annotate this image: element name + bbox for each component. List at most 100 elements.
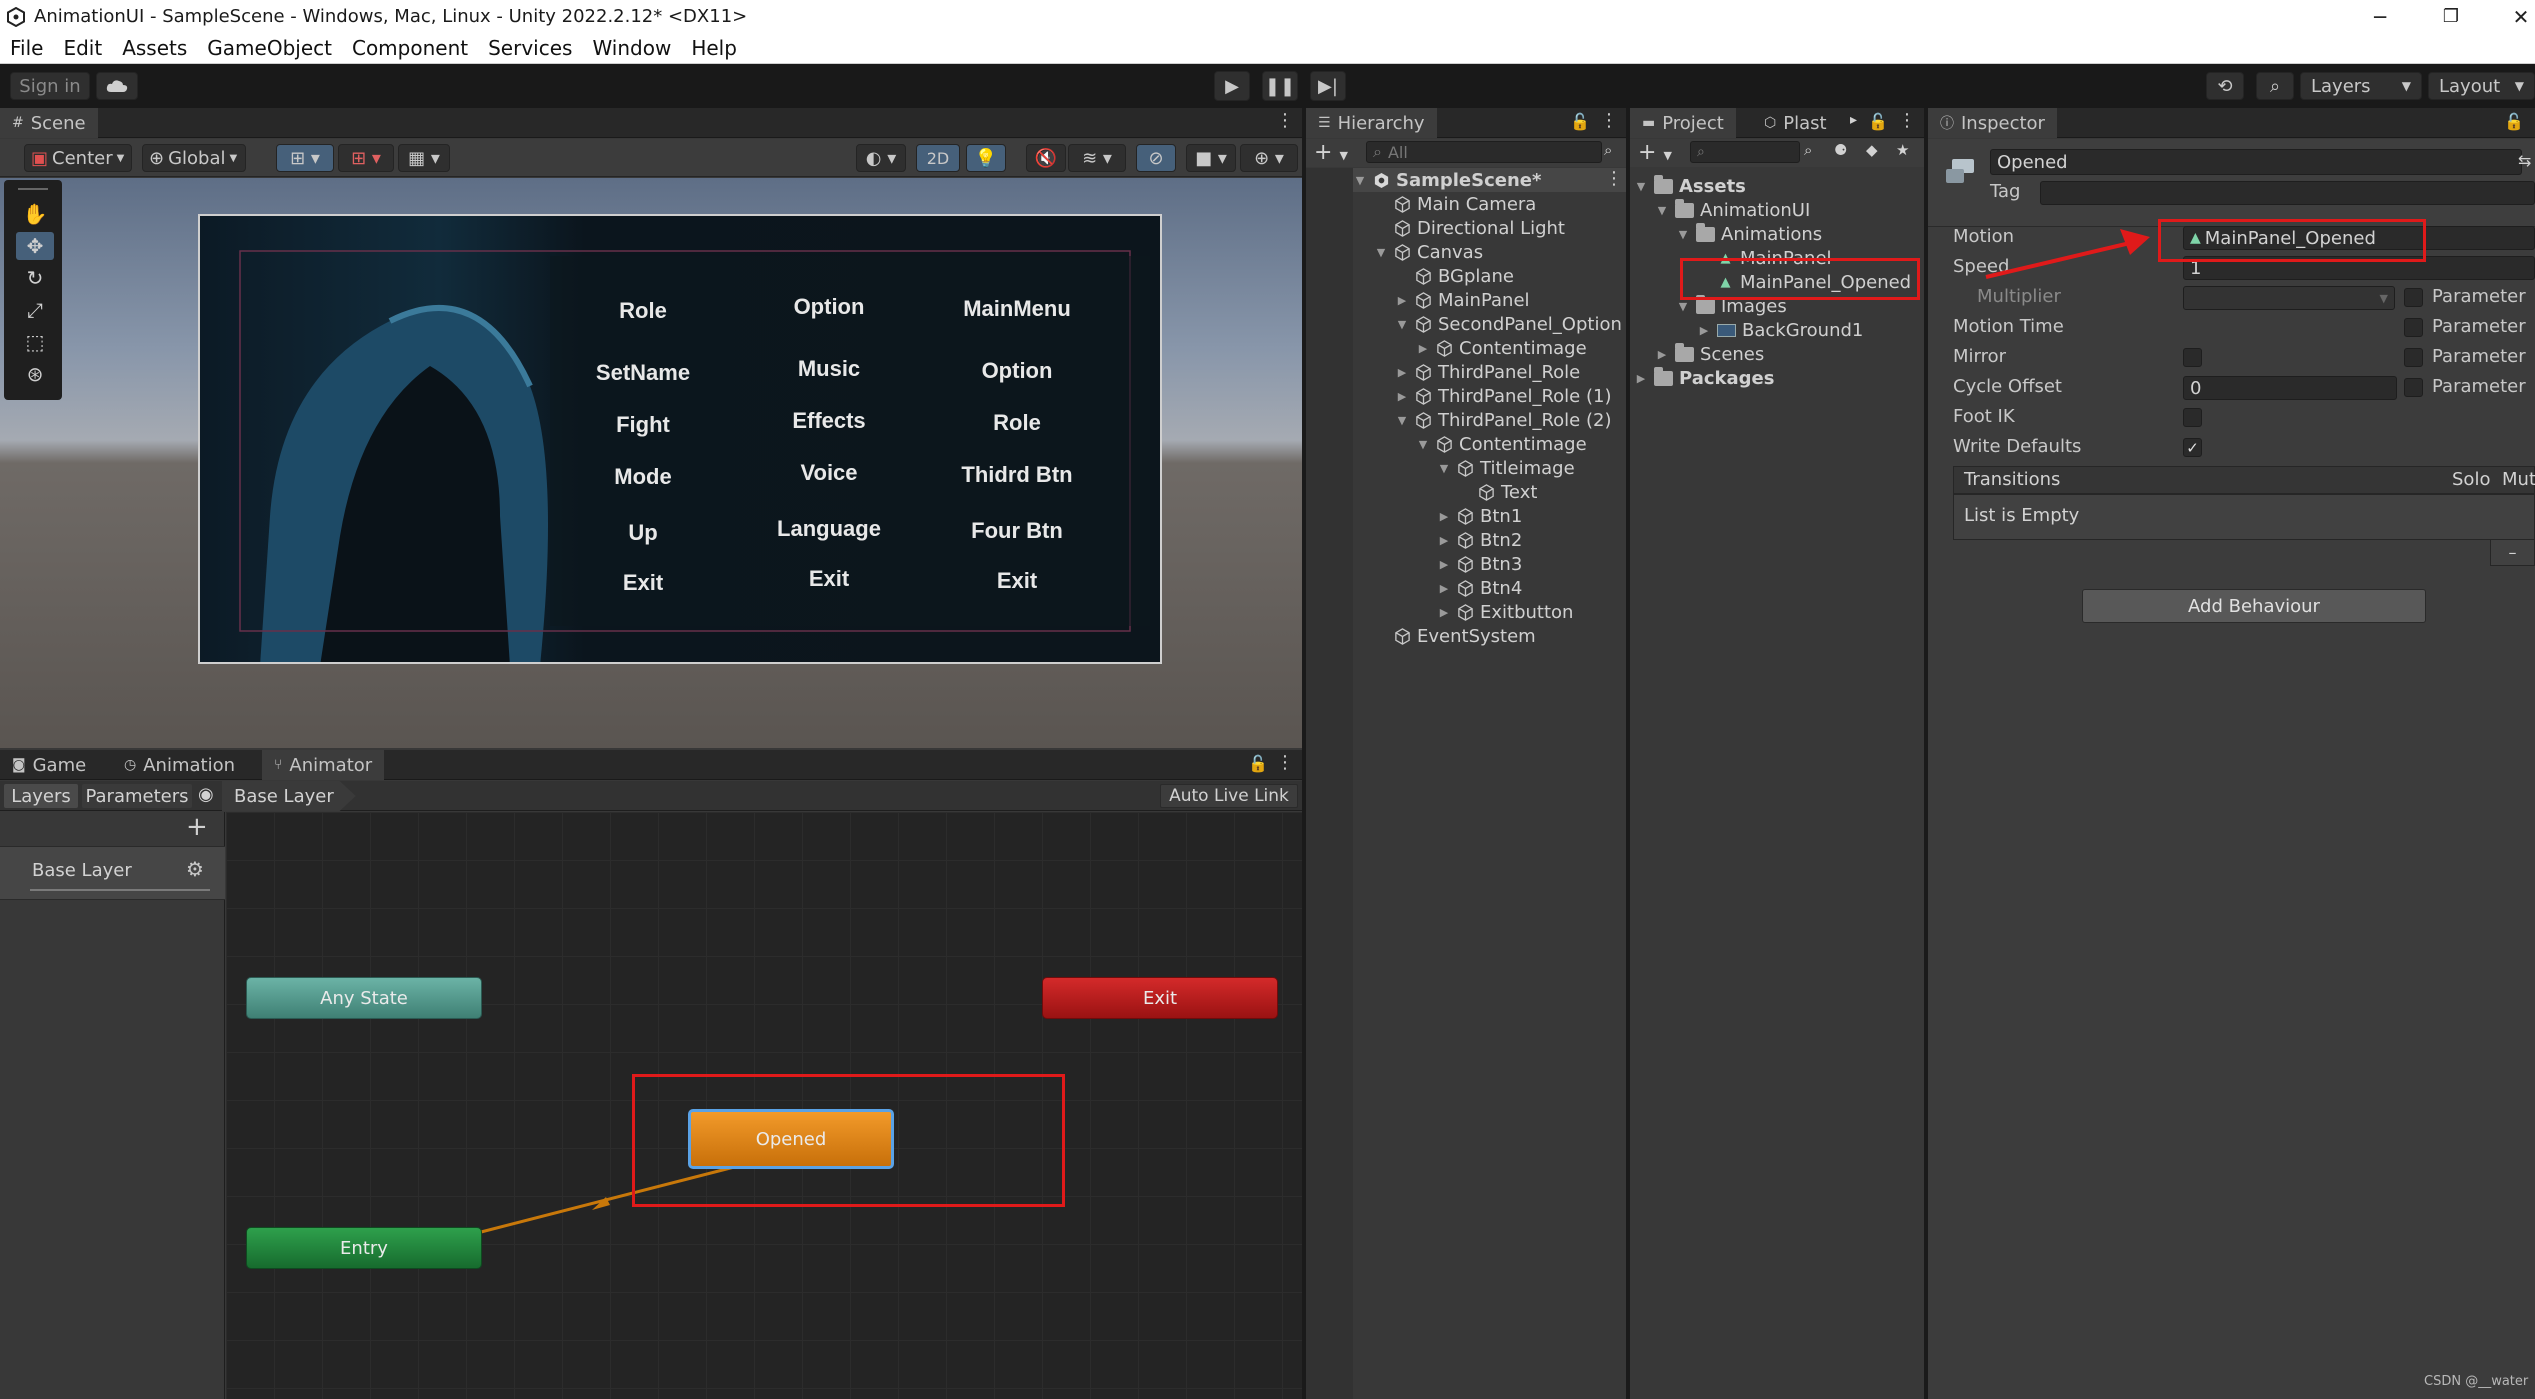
lock-icon[interactable]: 🔓 [2504, 112, 2524, 131]
search-button[interactable]: ⌕ [2256, 72, 2294, 100]
expanded-arrow-icon[interactable]: ▼ [1676, 228, 1690, 241]
tree-item[interactable]: ▶ Packages [1634, 366, 1774, 390]
tree-item[interactable]: ▼ Assets [1634, 174, 1746, 198]
expanded-arrow-icon[interactable]: ▼ [1353, 174, 1367, 187]
state-entry[interactable]: Entry [246, 1227, 482, 1269]
tree-item[interactable]: ▶ ThirdPanel_Role (1) [1395, 384, 1612, 408]
expanded-arrow-icon[interactable]: ▼ [1634, 180, 1648, 193]
expanded-arrow-icon[interactable]: ▼ [1676, 300, 1690, 313]
pause-button[interactable]: ❚❚ [1262, 71, 1298, 101]
menu-assets[interactable]: Assets [112, 36, 197, 60]
more-menu-icon[interactable]: ⋮ [1276, 110, 1294, 131]
tree-item[interactable]: Text [1458, 480, 1537, 504]
tab-plastic[interactable]: ⬡ Plast [1760, 108, 1831, 138]
layer-item-base[interactable]: Base Layer ⚙ [0, 846, 225, 900]
collapsed-arrow-icon[interactable]: ▶ [1395, 294, 1409, 307]
tree-item[interactable]: ▶ Scenes [1655, 342, 1764, 366]
grid-visibility-button[interactable]: ▦ ▾ [398, 144, 450, 172]
tab-hierarchy[interactable]: ☰ Hierarchy [1306, 108, 1437, 138]
tree-item[interactable]: ▶ BackGround1 [1697, 318, 1864, 342]
gizmos-button[interactable]: ⊕ ▾ [1240, 144, 1298, 172]
add-behaviour-button[interactable]: Add Behaviour [2082, 589, 2426, 623]
tree-item[interactable]: ▼ SecondPanel_Option [1395, 312, 1622, 336]
tree-item[interactable]: ▶ Btn4 [1437, 576, 1523, 600]
foot-ik-checkbox[interactable] [2183, 408, 2202, 427]
expanded-arrow-icon[interactable]: ▼ [1437, 462, 1451, 475]
star-icon[interactable]: ★ [1896, 141, 1909, 159]
label-icon[interactable]: ◆ [1866, 141, 1878, 159]
state-name-input[interactable]: Opened [1990, 149, 2522, 175]
cycle-offset-parameter-checkbox[interactable] [2404, 378, 2423, 397]
filter-icon[interactable]: ⌕ [1804, 141, 1812, 159]
menu-file[interactable]: File [0, 36, 53, 60]
expanded-arrow-icon[interactable]: ▼ [1395, 414, 1409, 427]
write-defaults-checkbox[interactable]: ✓ [2183, 438, 2202, 457]
effects-button[interactable]: ≋ ▾ [1068, 144, 1126, 172]
pivot-dropdown[interactable]: ▣ Center ▼ [24, 144, 132, 172]
rect-tool-icon[interactable]: ⬚ [16, 328, 54, 356]
collapsed-arrow-icon[interactable]: ▶ [1437, 606, 1451, 619]
tree-item[interactable]: ▶ Contentimage [1416, 336, 1587, 360]
multiplier-dropdown[interactable]: ▼ [2183, 286, 2395, 310]
state-exit[interactable]: Exit [1042, 977, 1278, 1019]
menu-window[interactable]: Window [582, 36, 681, 60]
tree-item[interactable]: ▶ MainPanel [1395, 288, 1530, 312]
collapsed-arrow-icon[interactable]: ▶ [1437, 558, 1451, 571]
tree-item[interactable]: ▶ Btn2 [1437, 528, 1523, 552]
camera-button[interactable]: ■ ▾ [1186, 144, 1236, 172]
collapsed-arrow-icon[interactable]: ▶ [1697, 324, 1711, 337]
lock-icon[interactable]: 🔓 [1868, 112, 1888, 131]
sign-in-button[interactable]: Sign in [10, 72, 90, 100]
menu-help[interactable]: Help [681, 36, 747, 60]
tab-game[interactable]: ◙ Game [0, 750, 98, 780]
tree-item[interactable]: EventSystem [1374, 624, 1536, 648]
lock-icon[interactable]: 🔓 [1570, 112, 1590, 131]
collapsed-arrow-icon[interactable]: ▶ [1416, 342, 1430, 355]
eye-icon[interactable]: ◉ [198, 784, 214, 805]
tree-item[interactable]: Main Camera [1374, 192, 1536, 216]
tab-animator[interactable]: ⑂ Animator [262, 750, 385, 780]
layout-dropdown[interactable]: Layout ▼ [2428, 72, 2535, 100]
close-button[interactable]: ✕ [2486, 0, 2535, 33]
space-dropdown[interactable]: ⊕ Global ▼ [142, 144, 246, 172]
tab-project[interactable]: ▬ Project [1630, 108, 1736, 138]
scale-tool-icon[interactable]: ⤢ [16, 296, 54, 324]
hand-tool-icon[interactable]: ✋ [16, 200, 54, 228]
expanded-arrow-icon[interactable]: ▼ [1655, 204, 1669, 217]
filter-icon[interactable]: ⌕ [1604, 141, 1612, 159]
tree-item[interactable]: ▼ Contentimage [1416, 432, 1587, 456]
grid-snap-button[interactable]: ⊞ ▾ [276, 144, 334, 172]
hierarchy-search-input[interactable]: ⌕ All [1366, 141, 1602, 163]
step-button[interactable]: ▶| [1310, 71, 1346, 101]
toggle-2d-button[interactable]: 2D [916, 144, 960, 172]
project-search-input[interactable]: ⌕ [1690, 141, 1800, 163]
menu-gameobject[interactable]: GameObject [197, 36, 342, 60]
motion-time-parameter-checkbox[interactable] [2404, 318, 2423, 337]
increment-snap-button[interactable]: ⊞ ▾ [338, 144, 394, 172]
shading-mode-button[interactable]: ◐ ▾ [856, 144, 906, 172]
lock-icon[interactable]: 🔓 [1248, 754, 1268, 773]
tree-item[interactable]: ▼ SampleScene* [1353, 168, 1542, 192]
gear-icon[interactable]: ⚙ [186, 857, 204, 881]
state-any-state[interactable]: Any State [246, 977, 482, 1019]
add-layer-button[interactable]: + [186, 812, 208, 842]
tree-item[interactable]: ▶ ThirdPanel_Role [1395, 360, 1581, 384]
audio-button[interactable]: 🔇 [1026, 144, 1066, 172]
tag-input[interactable] [2040, 181, 2535, 205]
tree-item[interactable]: Directional Light [1374, 216, 1565, 240]
type-filter-icon[interactable]: ⚈ [1834, 141, 1847, 159]
maximize-button[interactable]: ❐ [2416, 0, 2486, 33]
tree-item[interactable]: ▼ Animations [1676, 222, 1822, 246]
transform-tool-icon[interactable]: ⊛ [16, 360, 54, 388]
menu-component[interactable]: Component [342, 36, 478, 60]
tree-item[interactable]: ▶ Btn3 [1437, 552, 1523, 576]
more-menu-icon[interactable]: ⋮ [1600, 110, 1618, 131]
collapsed-arrow-icon[interactable]: ▶ [1437, 534, 1451, 547]
tab-animation[interactable]: ◷ Animation [112, 750, 247, 780]
remove-transition-button[interactable]: – [2490, 540, 2535, 566]
auto-live-link-button[interactable]: Auto Live Link [1160, 784, 1298, 808]
tab-scene[interactable]: # Scene [0, 108, 98, 138]
collapsed-arrow-icon[interactable]: ▶ [1437, 510, 1451, 523]
play-button[interactable]: ▶ [1214, 71, 1250, 101]
collapsed-arrow-icon[interactable]: ▶ [1634, 372, 1648, 385]
